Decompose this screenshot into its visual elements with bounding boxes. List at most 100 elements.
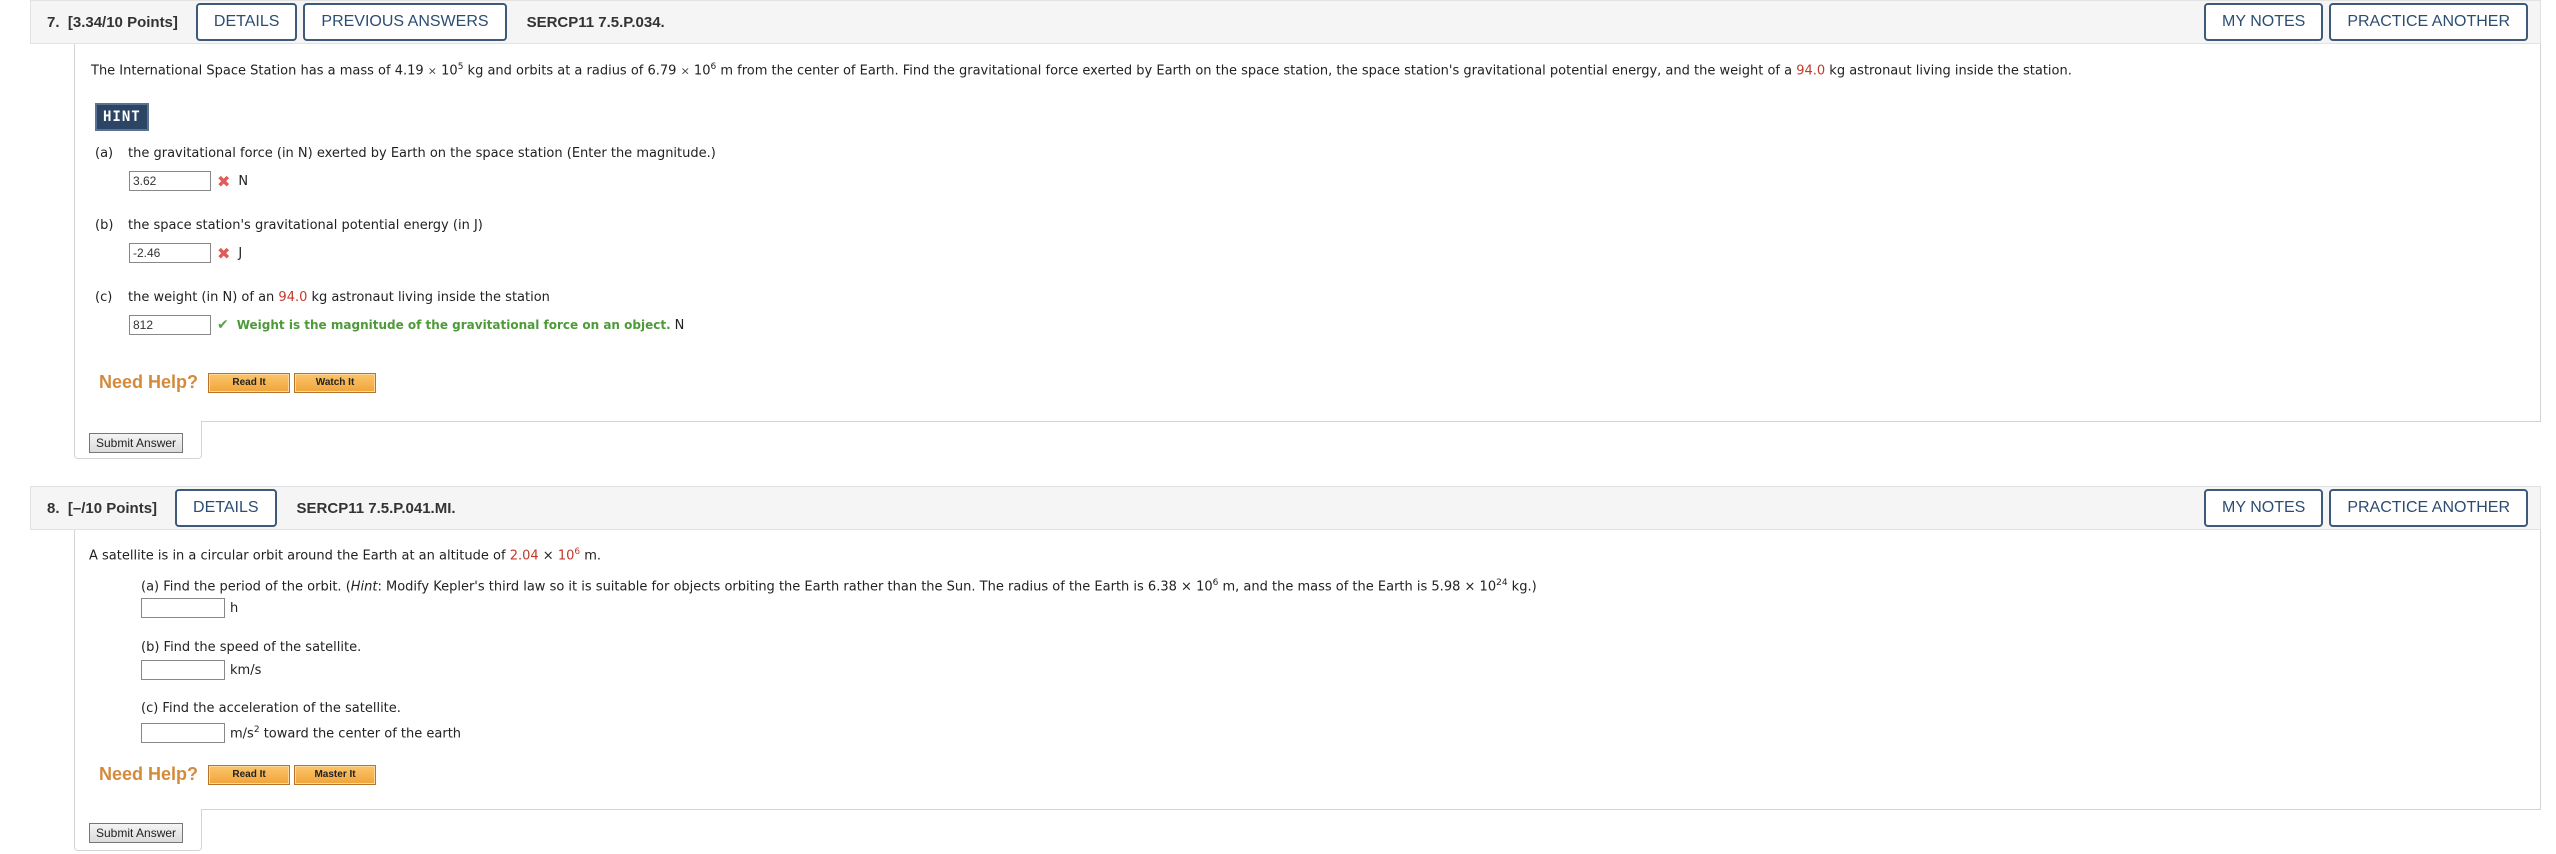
q7-part-a-prompt: (a) the gravitational force (in N) exerte…	[95, 146, 716, 161]
incorrect-x-icon: ✖	[217, 171, 231, 191]
q8-my-notes-button[interactable]: MY NOTES	[2204, 489, 2324, 527]
part-label: (b)	[141, 640, 160, 655]
unit-post: toward the center of the earth	[259, 726, 462, 742]
part-label: (a)	[141, 579, 160, 595]
need-help-label: Need Help?	[99, 764, 199, 784]
unit-label: N	[674, 317, 685, 333]
q7-details-button[interactable]: DETAILS	[195, 3, 298, 41]
part-text: m, and the mass of the Earth is 5.98	[1218, 579, 1465, 595]
correct-feedback: Weight is the magnitude of the gravitati…	[236, 318, 671, 332]
q8-submit-answer-button[interactable]: Submit Answer	[89, 823, 184, 843]
q7-header-actions: MY NOTES PRACTICE ANOTHER	[2204, 3, 2534, 41]
q7-need-help: Need Help? Read It Watch It	[99, 372, 380, 393]
stem-text: 10	[437, 63, 458, 79]
part-text: the space station's gravitational potent…	[128, 218, 483, 233]
part-text: the gravitational force (in N) exerted b…	[128, 146, 716, 161]
times-symbol: ×	[1181, 579, 1192, 595]
part-text: Find the period of the orbit. (	[159, 579, 351, 595]
master-it-button[interactable]: Master It	[294, 764, 377, 785]
q8-part-c-input[interactable]	[141, 723, 225, 743]
stem-text: kg astronaut living inside the station.	[1825, 63, 2072, 79]
unit-label: h	[230, 600, 239, 616]
times-symbol: ×	[427, 64, 437, 78]
q7-part-a-input[interactable]	[129, 171, 211, 191]
q7-part-c-answer: ✔ Weight is the magnitude of the gravita…	[129, 315, 684, 335]
q7-my-notes-button[interactable]: MY NOTES	[2204, 3, 2324, 41]
unit-base: m/s	[230, 726, 254, 742]
exponent: 24	[1496, 578, 1508, 588]
q8-part-b-answer: km/s	[141, 660, 261, 680]
part-label: (b)	[95, 218, 114, 233]
q7-number: 7.	[47, 13, 60, 31]
part-text: Find the acceleration of the satellite.	[158, 701, 401, 716]
unit-label: km/s	[230, 662, 262, 678]
astronaut-mass: 94.0	[278, 290, 308, 305]
q7-problem-code: SERCP11 7.5.P.034.	[526, 13, 665, 31]
q8-part-c-prompt: (c) Find the acceleration of the satelli…	[141, 701, 401, 716]
q7-part-b-answer: ✖ J	[129, 243, 242, 263]
unit-label: m/s2 toward the center of the earth	[230, 725, 461, 741]
q8-need-help: Need Help? Read It Master It	[99, 764, 380, 785]
q7-body: The International Space Station has a ma…	[74, 44, 2541, 422]
unit-label: N	[238, 173, 249, 189]
part-label: (a)	[95, 146, 114, 161]
watch-it-button[interactable]: Watch It	[294, 372, 377, 393]
times-symbol: ×	[542, 548, 554, 564]
part-text: : Modify Kepler's third law so it is sui…	[377, 579, 1182, 595]
part-text: 10	[1196, 579, 1213, 595]
astronaut-mass: 94.0	[1796, 63, 1826, 79]
q7-previous-answers-button[interactable]: PREVIOUS ANSWERS	[303, 3, 507, 41]
incorrect-x-icon: ✖	[217, 243, 231, 263]
altitude-value: 2.04	[509, 548, 539, 564]
q8-part-b-input[interactable]	[141, 660, 225, 680]
stem-text: kg and orbits at a radius of 6.79	[463, 63, 681, 79]
part-text: kg astronaut living inside the station	[307, 290, 550, 305]
q7-practice-another-button[interactable]: PRACTICE ANOTHER	[2329, 3, 2528, 41]
q8-part-c-answer: m/s2 toward the center of the earth	[141, 723, 461, 743]
stem-text: m from the center of Earth. Find the gra…	[716, 63, 1797, 79]
q8-part-b-prompt: (b) Find the speed of the satellite.	[141, 640, 361, 655]
part-text: 10	[1479, 579, 1497, 595]
stem-text: m.	[580, 548, 602, 564]
part-label: (c)	[141, 701, 159, 716]
q7-submit-area: Submit Answer	[74, 421, 202, 459]
q7-submit-answer-button[interactable]: Submit Answer	[89, 433, 184, 453]
need-help-label: Need Help?	[99, 372, 199, 392]
stem-text: 10	[689, 63, 711, 79]
stem-text: The International Space Station has a ma…	[91, 63, 428, 79]
q8-header: 8. [–/10 Points] DETAILS SERCP11 7.5.P.0…	[30, 486, 2541, 530]
part-text: kg.)	[1507, 579, 1537, 595]
q7-part-a-answer: ✖ N	[129, 171, 248, 191]
read-it-button[interactable]: Read It	[208, 764, 291, 785]
altitude-base: 10	[557, 548, 575, 564]
q8-body: A satellite is in a circular orbit aroun…	[74, 530, 2541, 810]
q8-practice-another-button[interactable]: PRACTICE ANOTHER	[2329, 489, 2528, 527]
hint-word: Hint	[350, 579, 378, 595]
times-symbol: ×	[1464, 579, 1476, 595]
q8-submit-area: Submit Answer	[74, 809, 202, 851]
part-text: Find the speed of the satellite.	[159, 640, 362, 655]
q8-details-button[interactable]: DETAILS	[175, 489, 277, 527]
q7-part-c-input[interactable]	[129, 315, 211, 335]
times-symbol: ×	[680, 64, 690, 78]
unit-label: J	[238, 245, 243, 261]
q7-part-b-prompt: (b) the space station's gravitational pot…	[95, 218, 483, 233]
q8-points: [–/10 Points]	[67, 499, 158, 517]
q7-part-b-input[interactable]	[129, 243, 211, 263]
q7-number-points: 7. [3.34/10 Points]	[47, 14, 178, 31]
q8-header-actions: MY NOTES PRACTICE ANOTHER	[2204, 489, 2534, 527]
hint-button[interactable]: HINT	[95, 103, 149, 131]
part-text: the weight (in N) of an	[128, 290, 279, 305]
read-it-button[interactable]: Read It	[208, 372, 291, 393]
q8-part-a-answer: h	[141, 598, 238, 618]
q8-problem-code: SERCP11 7.5.P.041.MI.	[296, 499, 456, 517]
q7-header: 7. [3.34/10 Points] DETAILS PREVIOUS ANS…	[30, 0, 2541, 44]
q7-points: [3.34/10 Points]	[67, 13, 178, 31]
q8-question-stem: A satellite is in a circular orbit aroun…	[89, 547, 601, 563]
stem-text: A satellite is in a circular orbit aroun…	[89, 548, 510, 564]
q7-question-stem: The International Space Station has a ma…	[91, 62, 2072, 78]
q8-part-a-prompt: (a) Find the period of the orbit. (Hint:…	[141, 578, 1537, 594]
q8-part-a-input[interactable]	[141, 598, 225, 618]
q8-number: 8.	[47, 499, 60, 517]
q8-number-points: 8. [–/10 Points]	[47, 500, 157, 517]
